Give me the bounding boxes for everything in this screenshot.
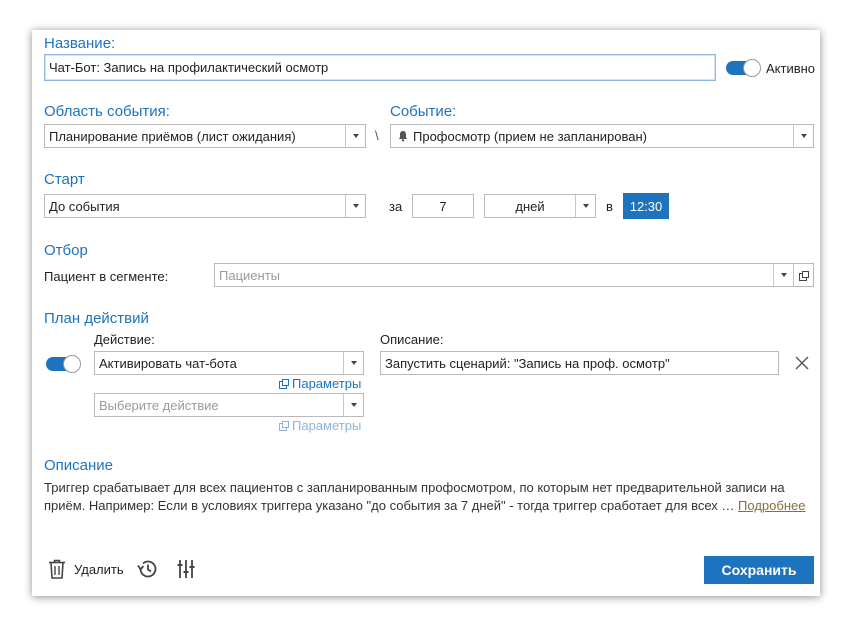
event-label: Событие:	[390, 103, 457, 120]
external-link-icon	[279, 379, 289, 389]
action1-value: Активировать чат-бота	[99, 355, 237, 371]
action-label: Действие:	[94, 332, 155, 347]
history-icon[interactable]	[136, 559, 158, 579]
action1-params-label: Параметры	[292, 376, 362, 391]
chevron-down-icon	[345, 195, 365, 217]
unit-value: дней	[515, 198, 545, 214]
bell-icon	[398, 131, 408, 142]
action1-description-input[interactable]: Запустить сценарий: "Запись на проф. осм…	[380, 351, 779, 375]
name-label: Название:	[44, 35, 116, 52]
start-value: До события	[49, 198, 120, 214]
description-line-1: Триггер срабатывает для всех пациентов с…	[44, 480, 785, 495]
action2-params-link[interactable]: Параметры	[279, 418, 361, 433]
segment-placeholder: Пациенты	[219, 267, 280, 283]
action1-params-link[interactable]: Параметры	[279, 376, 361, 391]
segment-label: Пациент в сегменте:	[44, 269, 169, 284]
amount-value: 7	[439, 198, 447, 214]
segment-select[interactable]: Пациенты	[214, 263, 814, 287]
event-area-select[interactable]: Планирование приёмов (лист ожидания)	[44, 124, 366, 148]
trigger-dialog: Название: Чат-Бот: Запись на профилактич…	[32, 30, 820, 596]
event-value: Профосмотр (прием не запланирован)	[413, 128, 648, 144]
chevron-down-icon	[793, 125, 813, 147]
description-line-2: приём. Например: Если в условиях триггер…	[44, 498, 735, 513]
name-value: Чат-Бот: Запись на профилактический осмо…	[49, 60, 329, 75]
active-label: Активно	[766, 61, 816, 76]
external-link-icon	[799, 270, 809, 281]
chevron-down-icon	[343, 394, 363, 416]
action1-select[interactable]: Активировать чат-бота	[94, 351, 364, 375]
za-label: за	[389, 199, 403, 214]
name-input[interactable]: Чат-Бот: Запись на профилактический осмо…	[44, 54, 716, 81]
v-label: в	[606, 199, 613, 214]
trash-icon	[49, 559, 65, 579]
action1-toggle[interactable]	[46, 355, 81, 373]
description-line-2-wrap: приём. Например: Если в условиях триггер…	[44, 497, 814, 515]
chevron-down-icon	[345, 125, 365, 147]
external-link-icon	[279, 421, 289, 431]
chevron-down-icon	[773, 264, 793, 286]
description-section-label: Описание	[44, 457, 114, 474]
description-text: Триггер срабатывает для всех пациентов с…	[44, 479, 814, 515]
save-button[interactable]: Сохранить	[704, 556, 814, 584]
settings-sliders-icon[interactable]	[176, 559, 196, 579]
filter-label: Отбор	[44, 242, 88, 259]
delete-button[interactable]: Удалить	[48, 559, 124, 579]
plan-label: План действий	[44, 310, 149, 327]
open-external-button[interactable]	[793, 264, 813, 286]
active-toggle[interactable]	[726, 59, 761, 77]
time-button[interactable]: 12:30	[623, 193, 669, 219]
chevron-down-icon	[575, 195, 595, 217]
action1-description: Запустить сценарий: "Запись на проф. осм…	[385, 355, 670, 371]
event-area-value: Планирование приёмов (лист ожидания)	[49, 128, 296, 144]
description-label: Описание:	[380, 332, 444, 347]
event-separator: \	[375, 128, 379, 143]
start-select[interactable]: До события	[44, 194, 366, 218]
action2-select[interactable]: Выберите действие	[94, 393, 364, 417]
action2-placeholder: Выберите действие	[99, 397, 219, 413]
amount-input[interactable]: 7	[412, 194, 474, 218]
chevron-down-icon	[343, 352, 363, 374]
delete-label: Удалить	[74, 561, 124, 577]
event-area-label: Область события:	[44, 103, 170, 120]
close-icon[interactable]	[795, 356, 809, 370]
action2-params-label: Параметры	[292, 418, 362, 433]
event-select[interactable]: Профосмотр (прием не запланирован)	[390, 124, 814, 148]
more-link[interactable]: Подробнее	[738, 498, 805, 513]
unit-select[interactable]: дней	[484, 194, 596, 218]
start-label: Старт	[44, 171, 85, 188]
